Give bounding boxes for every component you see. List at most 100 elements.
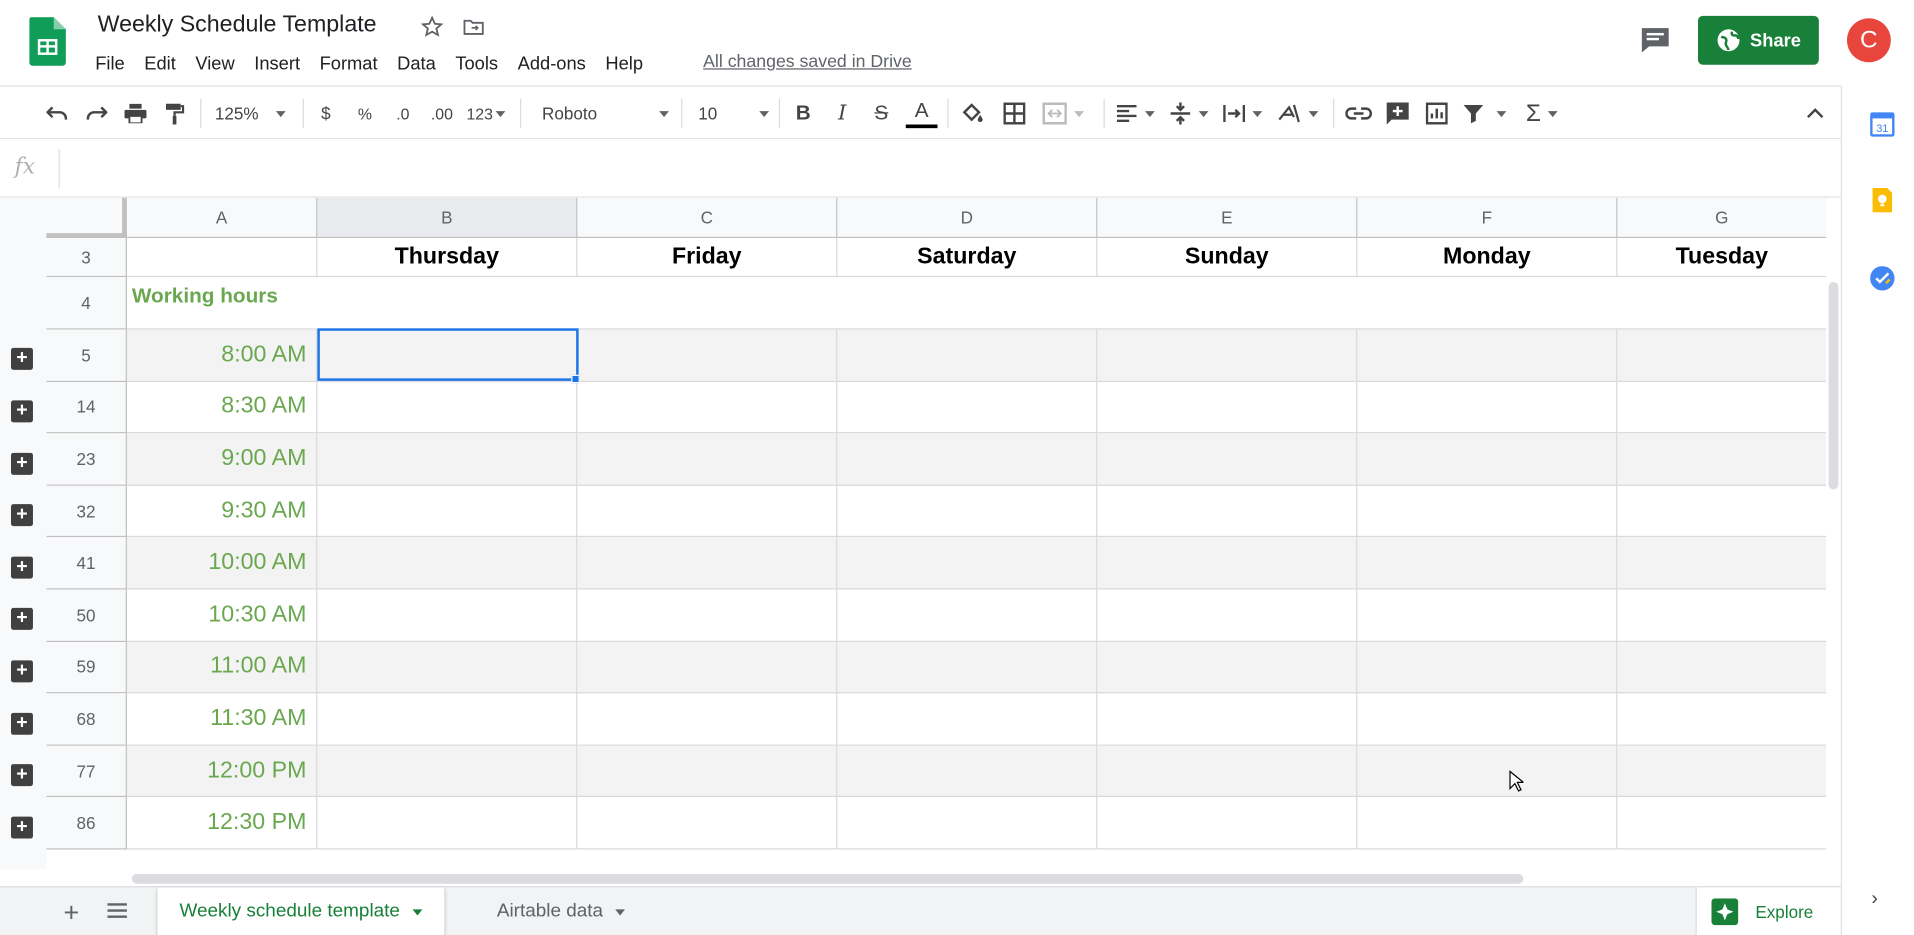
cell[interactable] [1617,694,1827,746]
italic-button[interactable]: I [830,96,854,130]
cell[interactable] [1357,745,1618,798]
cell[interactable] [577,329,838,382]
cell[interactable] [1097,589,1358,642]
cell[interactable] [837,485,1098,538]
redo-icon[interactable] [83,96,110,130]
cell[interactable] [1357,433,1618,486]
cell[interactable] [577,485,838,538]
column-header-g[interactable]: G [1617,197,1827,239]
cell[interactable] [317,433,578,486]
menu-view[interactable]: View [195,51,244,77]
time-cell[interactable]: 9:30 AM [126,485,318,538]
row-header[interactable]: 50 [46,589,127,642]
expand-group-icon[interactable]: + [10,452,33,475]
cell[interactable] [1097,693,1358,746]
cell[interactable] [1357,693,1618,746]
cell[interactable] [837,641,1098,694]
time-cell[interactable]: 11:00 AM [126,641,318,694]
row-header[interactable]: 32 [46,485,127,538]
menu-format[interactable]: Format [320,51,388,77]
cell[interactable] [1357,797,1618,850]
text-color-button[interactable]: A [905,96,938,129]
expand-group-icon[interactable]: + [10,712,33,735]
day-header[interactable]: Sunday [1097,238,1358,278]
sheets-logo-icon[interactable] [29,17,66,66]
row-header[interactable]: 3 [46,238,127,278]
account-avatar[interactable]: C [1846,18,1891,63]
row-header[interactable]: 86 [46,797,127,850]
cell[interactable] [317,537,578,590]
column-header-f[interactable]: F [1357,197,1618,239]
text-rotation-icon[interactable] [1277,96,1323,130]
cell[interactable] [1617,590,1827,642]
day-header[interactable]: Thursday [317,238,578,278]
column-header-c[interactable]: C [577,197,838,239]
cell[interactable] [1097,745,1358,798]
cell[interactable] [577,745,838,798]
currency-format-button[interactable]: $ [315,96,337,130]
cell[interactable] [1617,329,1827,382]
cell[interactable] [1097,433,1358,486]
cell[interactable] [837,589,1098,642]
cell[interactable] [317,745,578,798]
column-header-e[interactable]: E [1097,197,1358,239]
sheet-tab-airtable-data[interactable]: Airtable data [475,887,647,935]
cell[interactable] [1097,329,1358,382]
cell[interactable] [1617,641,1827,694]
vertical-scroll-thumb[interactable] [1828,281,1839,490]
day-header[interactable]: Monday [1357,238,1618,278]
time-cell[interactable]: 10:30 AM [126,589,318,642]
more-formats-button[interactable]: 123 [464,96,508,130]
horizontal-align-icon[interactable] [1116,96,1162,130]
cell[interactable] [577,537,838,590]
undo-icon[interactable] [44,96,71,130]
calendar-icon[interactable]: 31 [1870,112,1895,137]
cell[interactable] [1097,381,1358,434]
insert-comment-icon[interactable] [1384,96,1411,130]
expand-group-icon[interactable]: + [10,400,33,423]
cell[interactable] [1617,745,1827,798]
cell[interactable] [317,329,578,382]
menu-tools[interactable]: Tools [455,51,508,77]
horizontal-scroll-thumb[interactable] [131,873,1524,884]
row-header[interactable]: 68 [46,693,127,746]
time-cell[interactable]: 12:00 PM [126,745,318,798]
cell[interactable] [1357,589,1618,642]
cell[interactable] [837,329,1098,382]
time-cell[interactable]: 8:00 AM [126,329,318,382]
row-header[interactable]: 41 [46,537,127,590]
cell[interactable] [837,537,1098,590]
cell[interactable] [1097,537,1358,590]
cell[interactable] [1617,433,1827,486]
explore-button[interactable]: Explore [1695,887,1841,935]
cell[interactable] [317,277,1827,330]
column-header-b[interactable]: B [317,197,578,239]
fill-color-icon[interactable] [959,96,986,130]
borders-icon[interactable] [1001,96,1028,130]
time-cell[interactable]: 11:30 AM [126,693,318,746]
day-header[interactable]: Friday [577,238,838,278]
percent-format-button[interactable]: % [354,96,376,130]
cell[interactable] [1617,537,1827,590]
cell[interactable] [577,693,838,746]
select-all-corner[interactable] [46,197,127,239]
filter-icon[interactable] [1462,96,1513,130]
document-title[interactable]: Weekly Schedule Template [98,12,377,39]
share-button[interactable]: Share [1697,15,1819,65]
menu-edit[interactable]: Edit [144,51,185,77]
cell[interactable] [577,589,838,642]
cell[interactable] [1617,798,1827,850]
cell[interactable] [317,693,578,746]
collapse-toolbar-icon[interactable] [1802,96,1829,130]
expand-side-panel-icon[interactable]: › [1871,889,1878,911]
decrease-decimal-button[interactable]: .0 [388,96,417,130]
menu-help[interactable]: Help [605,51,652,77]
vertical-scrollbar[interactable] [1826,238,1841,870]
expand-group-icon[interactable]: + [10,764,33,787]
time-cell[interactable]: 9:00 AM [126,433,318,486]
row-header[interactable]: 59 [46,641,127,694]
row-header[interactable]: 77 [46,745,127,798]
menu-insert[interactable]: Insert [254,51,310,77]
expand-group-icon[interactable]: + [10,608,33,631]
menu-data[interactable]: Data [397,51,445,77]
